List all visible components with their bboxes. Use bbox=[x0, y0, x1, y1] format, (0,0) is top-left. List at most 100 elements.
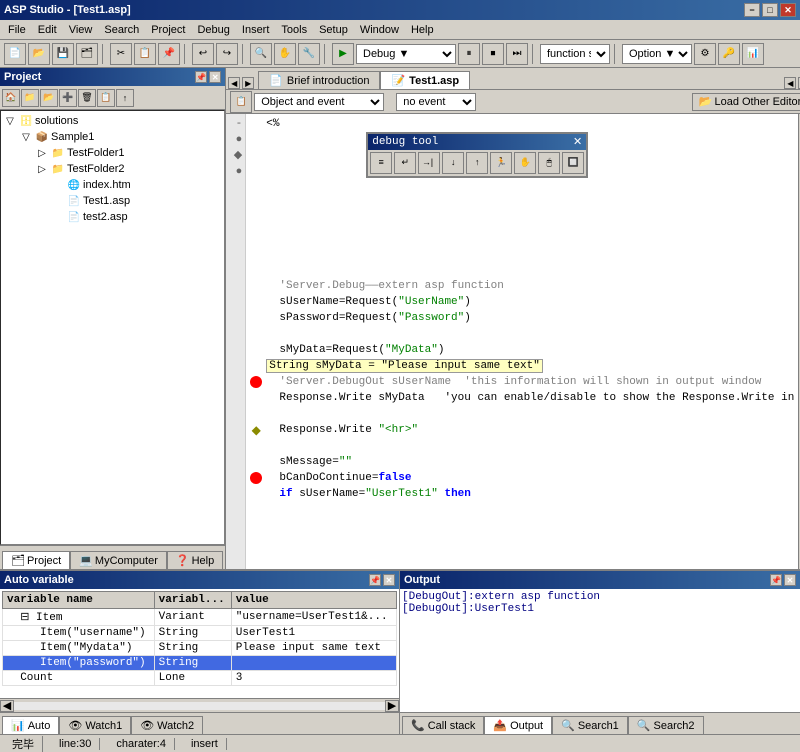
debug-tool-close-icon[interactable]: ✕ bbox=[573, 135, 582, 149]
hscroll-right[interactable]: ▶ bbox=[385, 700, 399, 712]
editor-nav-right[interactable]: ▶ bbox=[242, 77, 254, 89]
tree-solutions[interactable]: ▽ 🗄 solutions bbox=[3, 113, 222, 129]
auto-panel-close[interactable]: ✕ bbox=[383, 574, 395, 586]
project-close[interactable]: ✕ bbox=[209, 71, 221, 83]
menu-window[interactable]: Window bbox=[354, 22, 405, 38]
auto-panel-hscroll[interactable]: ◀ ▶ bbox=[0, 698, 399, 712]
pt-btn7[interactable]: ↑ bbox=[116, 89, 134, 107]
editor-nav-left[interactable]: ◀ bbox=[228, 77, 240, 89]
tree-test1[interactable]: 📄 Test1.asp bbox=[3, 193, 222, 209]
btab-auto[interactable]: 📊 Auto bbox=[2, 716, 59, 734]
extra-button[interactable]: 🔑 bbox=[718, 43, 740, 65]
tool-button[interactable]: 🔧 bbox=[298, 43, 320, 65]
menu-edit[interactable]: Edit bbox=[32, 22, 63, 38]
option2-button[interactable]: ⚙ bbox=[694, 43, 716, 65]
debug-tool-header[interactable]: debug tool ✕ bbox=[368, 134, 586, 150]
maximize-button[interactable]: □ bbox=[762, 3, 778, 17]
event-combo[interactable]: no event bbox=[396, 93, 476, 111]
auto-panel-pin[interactable]: 📌 bbox=[369, 574, 381, 586]
find-button[interactable]: 🔍 bbox=[250, 43, 272, 65]
hand-button[interactable]: ✋ bbox=[274, 43, 296, 65]
cut-button[interactable]: ✂ bbox=[110, 43, 132, 65]
undo-button[interactable]: ↩ bbox=[192, 43, 214, 65]
btab-output[interactable]: 📤 Output bbox=[484, 716, 552, 734]
menu-search[interactable]: Search bbox=[98, 22, 145, 38]
close-button[interactable]: ✕ bbox=[780, 3, 796, 17]
output-panel-close[interactable]: ✕ bbox=[784, 574, 796, 586]
dt-btn8[interactable]: 🖱 bbox=[538, 152, 560, 174]
open-button[interactable]: 📂 bbox=[28, 43, 50, 65]
btab-watch2[interactable]: 👁 Watch2 bbox=[131, 716, 203, 734]
table-row[interactable]: ⊟ Item Variant "username=UserTest1&... bbox=[3, 609, 397, 626]
dt-btn9[interactable]: 🔲 bbox=[562, 152, 584, 174]
save-all-button[interactable]: 🗂 bbox=[76, 43, 98, 65]
tab-test1-asp[interactable]: 📝 Test1.asp bbox=[380, 71, 470, 89]
dt-btn2[interactable]: ↵ bbox=[394, 152, 416, 174]
debug-combo[interactable]: Debug ▼ bbox=[356, 44, 456, 64]
output-panel-pin[interactable]: 📌 bbox=[770, 574, 782, 586]
minimize-button[interactable]: − bbox=[744, 3, 760, 17]
tree-test2[interactable]: 📄 test2.asp bbox=[3, 209, 222, 225]
table-row-selected[interactable]: Item("password") String bbox=[3, 656, 397, 671]
tab-project[interactable]: 🗂 Project bbox=[2, 551, 70, 569]
menu-debug[interactable]: Debug bbox=[191, 22, 235, 38]
tree-folder2[interactable]: ▷ 📁 TestFolder2 bbox=[3, 161, 222, 177]
save-button[interactable]: 💾 bbox=[52, 43, 74, 65]
hscroll-left[interactable]: ◀ bbox=[0, 700, 14, 712]
menu-view[interactable]: View bbox=[63, 22, 99, 38]
dt-btn4[interactable]: ↓ bbox=[442, 152, 464, 174]
dt-btn6[interactable]: 🏃 bbox=[490, 152, 512, 174]
btab-watch1[interactable]: 👁 Watch1 bbox=[59, 716, 131, 734]
tree-index[interactable]: 🌐 index.htm bbox=[3, 177, 222, 193]
tree-folder1[interactable]: ▷ 📁 TestFolder1 bbox=[3, 145, 222, 161]
extra2-button[interactable]: 📊 bbox=[742, 43, 764, 65]
paste-button[interactable]: 📌 bbox=[158, 43, 180, 65]
table-row[interactable]: Item("username") String UserTest1 bbox=[3, 626, 397, 641]
editor-tab-left[interactable]: ◀ bbox=[784, 77, 796, 89]
code-line-4: sUserName=Request("UserName") bbox=[250, 294, 794, 310]
pt-btn3[interactable]: 📂 bbox=[40, 89, 58, 107]
menu-file[interactable]: File bbox=[2, 22, 32, 38]
dt-btn3[interactable]: →| bbox=[418, 152, 440, 174]
pt-btn1[interactable]: 🏠 bbox=[2, 89, 20, 107]
run-button[interactable]: ▶ bbox=[332, 43, 354, 65]
step-button[interactable]: ⏭ bbox=[506, 43, 528, 65]
menu-insert[interactable]: Insert bbox=[236, 22, 276, 38]
menu-project[interactable]: Project bbox=[145, 22, 191, 38]
load-other-editor-button[interactable]: 📂 Load Other Editor bbox=[692, 93, 800, 111]
editor-toolbar: 📋 Object and event no event 📂 Load Other… bbox=[226, 90, 800, 114]
solutions-expand-icon: ▽ bbox=[3, 114, 17, 128]
pt-btn6[interactable]: 📋 bbox=[97, 89, 115, 107]
btab-callstack[interactable]: 📞 Call stack bbox=[402, 716, 484, 734]
tab-brief-intro-label: Brief introduction bbox=[287, 75, 370, 87]
tab-mycomputer[interactable]: 💻 MyComputer bbox=[70, 551, 167, 569]
tab-help[interactable]: ❓ Help bbox=[167, 551, 223, 569]
copy-button[interactable]: 📋 bbox=[134, 43, 156, 65]
dt-btn1[interactable]: ≡ bbox=[370, 152, 392, 174]
pt-btn4[interactable]: ➕ bbox=[59, 89, 77, 107]
menu-setup[interactable]: Setup bbox=[313, 22, 354, 38]
pt-btn2[interactable]: 📁 bbox=[21, 89, 39, 107]
project-pin[interactable]: 📌 bbox=[195, 71, 207, 83]
btab-search2[interactable]: 🔍 Search2 bbox=[628, 716, 704, 734]
new-button[interactable]: 📄 bbox=[4, 43, 26, 65]
tab-brief-intro[interactable]: 📄 Brief introduction bbox=[258, 71, 380, 89]
dt-btn7[interactable]: ✋ bbox=[514, 152, 536, 174]
stop-button[interactable]: ⏹ bbox=[482, 43, 504, 65]
code-area[interactable]: debug tool ✕ ≡ ↵ →| ↓ ↑ 🏃 ✋ 🖱 🔲 bbox=[246, 114, 798, 569]
pause-button[interactable]: ⏸ bbox=[458, 43, 480, 65]
btab-search1[interactable]: 🔍 Search1 bbox=[552, 716, 628, 734]
tab-help-icon: ❓ bbox=[176, 554, 190, 567]
function-combo[interactable]: function show bbox=[540, 44, 610, 64]
object-event-combo[interactable]: Object and event bbox=[254, 93, 384, 111]
table-row[interactable]: Item("Mydata") String Please input same … bbox=[3, 641, 397, 656]
menu-help[interactable]: Help bbox=[405, 22, 440, 38]
tree-sample1[interactable]: ▽ 📦 Sample1 bbox=[3, 129, 222, 145]
folder1-expand-icon: ▷ bbox=[35, 146, 49, 160]
menu-tools[interactable]: Tools bbox=[275, 22, 313, 38]
dt-btn5[interactable]: ↑ bbox=[466, 152, 488, 174]
pt-btn5[interactable]: 🗑 bbox=[78, 89, 96, 107]
table-row[interactable]: Count Lone 3 bbox=[3, 671, 397, 686]
option-combo[interactable]: Option ▼ bbox=[622, 44, 692, 64]
redo-button[interactable]: ↪ bbox=[216, 43, 238, 65]
